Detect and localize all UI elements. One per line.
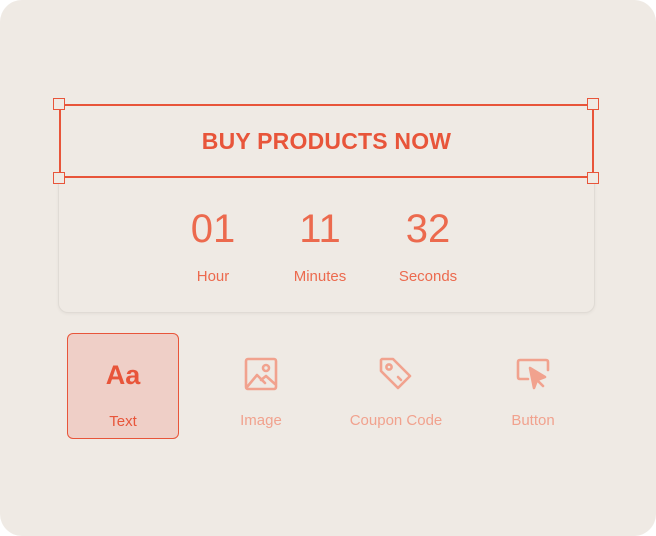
countdown-hours-value: 01 <box>190 207 236 251</box>
countdown-seconds-label: Seconds <box>398 268 458 285</box>
tool-text-button[interactable]: Aa Text <box>67 333 179 439</box>
text-aa-icon: Aa <box>105 359 141 390</box>
countdown-hours: 01 Hour <box>158 204 268 285</box>
countdown-hours-label: Hour <box>196 268 230 285</box>
countdown-minutes-value: 11 <box>299 207 341 251</box>
editor-canvas: BUY PRODUCTS NOW 01 Hour 11 Minutes 32 S… <box>0 0 656 536</box>
countdown-seconds-value: 32 <box>405 207 451 251</box>
tool-button-button[interactable]: Button <box>477 333 589 439</box>
resize-handle-top-right[interactable] <box>587 98 599 110</box>
tool-coupon-code-label: Coupon Code <box>349 412 443 429</box>
resize-handle-bottom-right[interactable] <box>587 172 599 184</box>
resize-handle-top-left[interactable] <box>53 98 65 110</box>
tool-coupon-code-button[interactable]: Coupon Code <box>339 333 453 439</box>
tool-button-label: Button <box>511 412 555 429</box>
headline-text[interactable]: BUY PRODUCTS NOW <box>202 128 451 155</box>
resize-handle-bottom-left[interactable] <box>53 172 65 184</box>
tool-text-label: Text <box>109 413 137 430</box>
countdown-minutes-label: Minutes <box>293 268 347 285</box>
tool-image-button[interactable]: Image <box>205 333 317 439</box>
countdown-seconds: 32 Seconds <box>373 204 483 285</box>
tool-image-label: Image <box>240 412 282 429</box>
headline-selection-box[interactable]: BUY PRODUCTS NOW <box>59 104 594 178</box>
image-icon <box>205 353 317 395</box>
tag-icon <box>339 353 453 395</box>
countdown-minutes: 11 Minutes <box>265 204 375 285</box>
cursor-click-icon <box>477 353 589 395</box>
